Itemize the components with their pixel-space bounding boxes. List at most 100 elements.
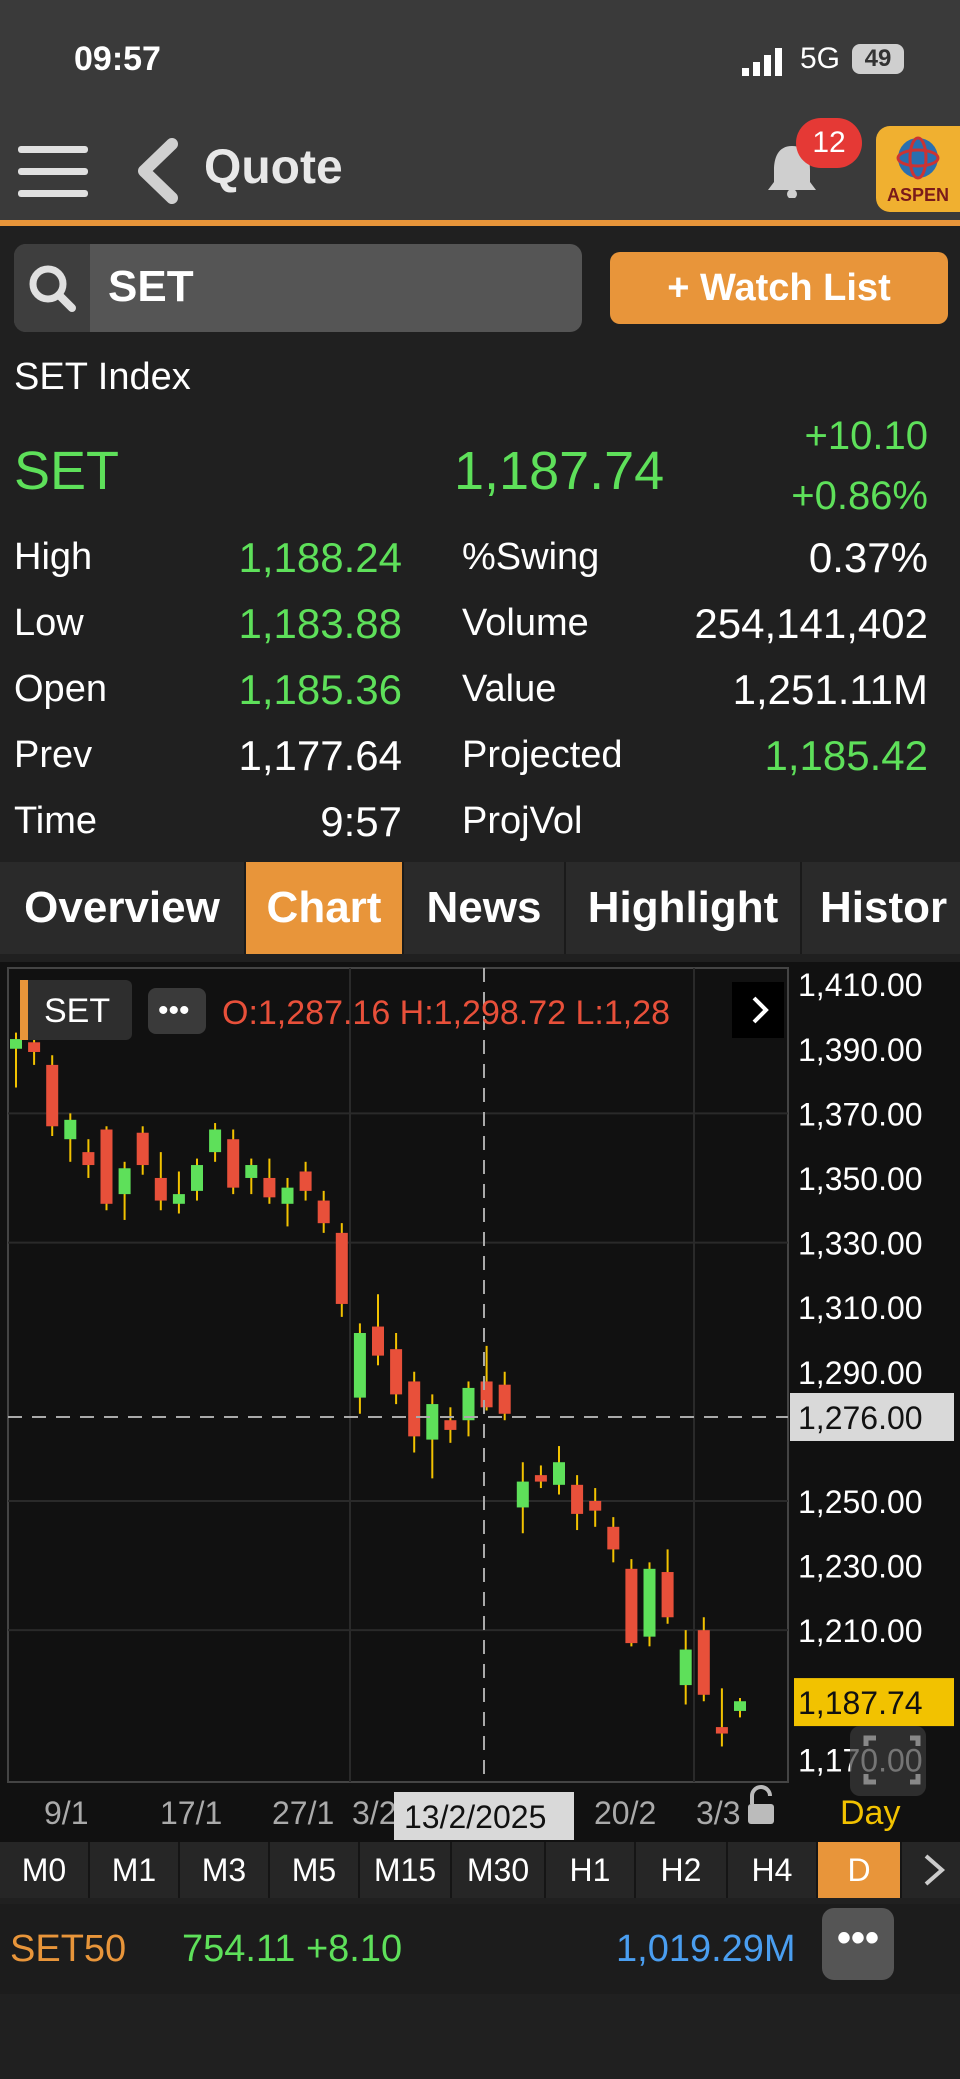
candle-body xyxy=(571,1484,584,1514)
candle-body xyxy=(589,1500,602,1511)
candle-body xyxy=(426,1404,439,1440)
value-value: 1,251.11M xyxy=(732,666,928,713)
tab-chart[interactable]: Chart xyxy=(246,862,404,954)
candle-body xyxy=(534,1475,547,1482)
candle xyxy=(172,1171,185,1214)
candle xyxy=(46,1055,59,1136)
timeframe-m5[interactable]: M5 xyxy=(270,1842,360,1898)
timeframe-h2[interactable]: H2 xyxy=(636,1842,728,1898)
period-label: Day xyxy=(840,1794,900,1832)
candle xyxy=(390,1333,403,1405)
candle-body xyxy=(281,1187,294,1204)
tab-history[interactable]: Histor xyxy=(802,862,960,954)
candle xyxy=(118,1161,131,1220)
swing-value: 0.37% xyxy=(808,534,928,581)
search-icon-box[interactable] xyxy=(14,244,90,332)
candle-body xyxy=(516,1481,529,1508)
high-value: 1,188.24 xyxy=(238,534,403,581)
tab-news[interactable]: News xyxy=(404,862,566,954)
notification-badge: 12 xyxy=(796,118,862,168)
candle-body xyxy=(607,1526,620,1550)
ticker-value: 754.11 +8.10 xyxy=(182,1928,403,1970)
timeframe-h1[interactable]: H1 xyxy=(546,1842,636,1898)
candle xyxy=(64,1113,77,1162)
back-icon[interactable] xyxy=(134,138,180,204)
signal-icon xyxy=(742,48,782,76)
candle xyxy=(335,1223,348,1317)
candle-body xyxy=(317,1200,330,1224)
prev-label: Prev xyxy=(14,734,93,776)
candle xyxy=(353,1323,366,1414)
candle-body xyxy=(498,1384,511,1414)
candle xyxy=(589,1488,602,1527)
x-axis-labels: 9/1 17/1 27/1 3/2 20/2 3/3 13/2/2025 xyxy=(44,1792,740,1840)
candle xyxy=(263,1158,276,1204)
chart-options-icon: ••• xyxy=(158,994,190,1027)
candle-body xyxy=(625,1568,638,1644)
y-tick-label: 1,210.00 xyxy=(798,1613,923,1649)
network-label: 5G xyxy=(800,42,841,75)
chevron-right-icon[interactable] xyxy=(916,1850,952,1890)
candle-body xyxy=(734,1701,746,1711)
candle xyxy=(154,1152,167,1211)
timeframe-m30[interactable]: M30 xyxy=(452,1842,546,1898)
y-tick-label: 1,390.00 xyxy=(798,1032,923,1068)
crosshair-price-label: 1,276.00 xyxy=(798,1400,923,1436)
add-watchlist-button[interactable]: + Watch List xyxy=(610,252,948,324)
status-time: 09:57 xyxy=(74,40,161,78)
low-value: 1,183.88 xyxy=(238,600,403,647)
candle-body xyxy=(643,1568,656,1637)
projected-label: Projected xyxy=(462,734,623,776)
candle xyxy=(100,1126,113,1211)
prev-value: 1,177.64 xyxy=(238,732,403,779)
candle xyxy=(462,1381,475,1437)
search-value[interactable]: SET xyxy=(108,262,194,312)
x-tick-label: 3/3 xyxy=(696,1795,740,1831)
timeframe-bar: M0 M1 M3 M5 M15 M30 H1 H2 H4 D xyxy=(0,1842,960,1898)
timeframe-m1[interactable]: M1 xyxy=(90,1842,180,1898)
value-label: Value xyxy=(462,668,557,710)
swing-label: %Swing xyxy=(462,536,600,578)
candle xyxy=(245,1158,258,1195)
candle-body xyxy=(136,1132,149,1166)
candle xyxy=(82,1139,95,1178)
candlestick-chart[interactable]: 1,276.00 1,187.74 1,410.00 1,390.00 1,370.0… xyxy=(0,962,960,1842)
menu-icon[interactable] xyxy=(18,142,90,202)
candle xyxy=(534,1465,547,1489)
high-label: High xyxy=(14,536,93,578)
candle-body xyxy=(263,1177,276,1198)
chart-legend-arrow-bg[interactable] xyxy=(732,982,784,1038)
timeframe-d[interactable]: D xyxy=(818,1842,902,1898)
page-title: Quote xyxy=(204,141,343,194)
timeframe-m0[interactable]: M0 xyxy=(0,1842,90,1898)
low-label: Low xyxy=(14,602,84,644)
candle-body xyxy=(444,1420,457,1430)
y-tick-label: 1,410.00 xyxy=(798,967,923,1003)
bottom-ticker[interactable] xyxy=(0,1904,960,1994)
ticker-more-button[interactable]: ••• xyxy=(822,1908,894,1980)
aspen-logo[interactable]: ASPEN xyxy=(876,126,960,212)
tab-overview[interactable]: Overview xyxy=(0,862,246,954)
lock-icon[interactable] xyxy=(748,1785,774,1824)
y-tick-label: 1,330.00 xyxy=(798,1226,923,1262)
candle xyxy=(643,1562,656,1647)
candle-body xyxy=(10,1039,22,1049)
y-tick-label: 1,310.00 xyxy=(798,1290,923,1326)
candle-body xyxy=(28,1042,41,1052)
candle-body xyxy=(118,1168,131,1195)
search-input[interactable] xyxy=(14,244,582,332)
ticker-symbol[interactable]: SET50 xyxy=(10,1928,126,1971)
timeframe-m15[interactable]: M15 xyxy=(360,1842,452,1898)
x-tick-label: 20/2 xyxy=(594,1795,656,1831)
globe-icon xyxy=(896,136,940,180)
candle xyxy=(426,1394,439,1479)
candle-body xyxy=(209,1129,222,1153)
timeframe-m3[interactable]: M3 xyxy=(180,1842,270,1898)
projvol-label: ProjVol xyxy=(462,800,583,842)
timeframe-h4[interactable]: H4 xyxy=(728,1842,818,1898)
price-change-pct: +0.86% xyxy=(791,474,928,518)
open-value: 1,185.36 xyxy=(238,666,403,713)
tab-highlight[interactable]: Highlight xyxy=(566,862,802,954)
candle-body xyxy=(372,1326,384,1356)
candle-body xyxy=(82,1152,95,1166)
